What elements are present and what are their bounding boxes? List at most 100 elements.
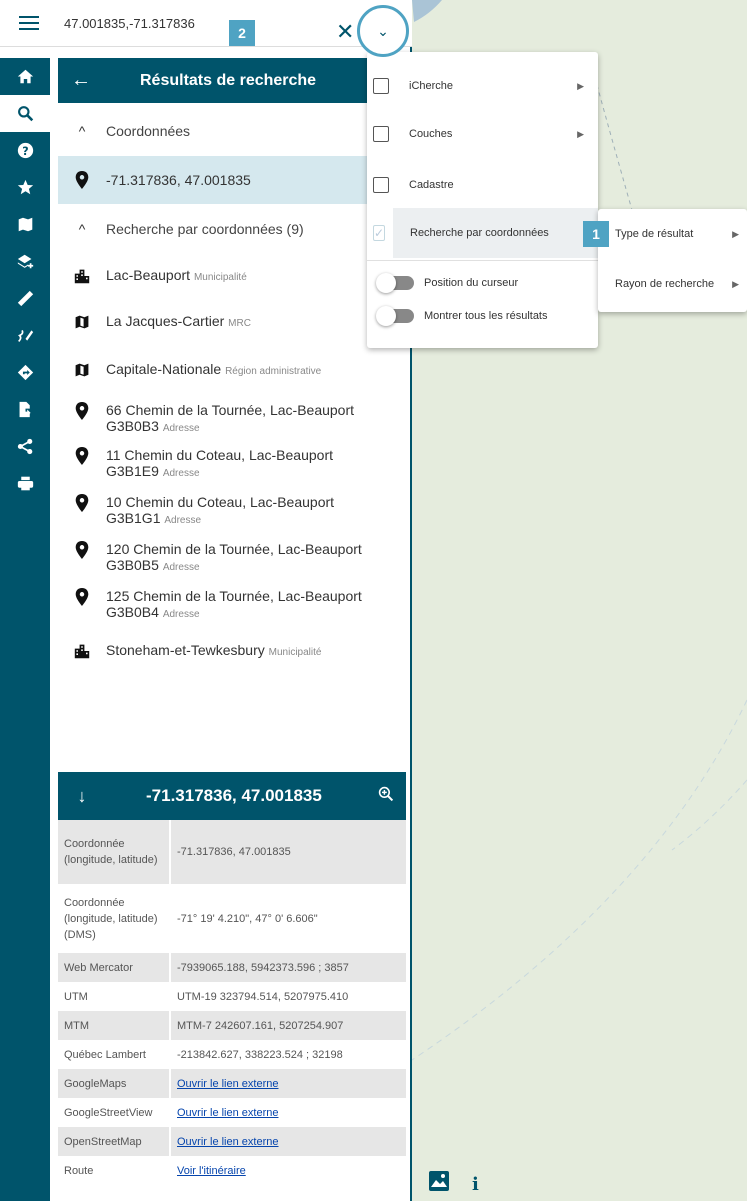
nav-draw[interactable]	[0, 317, 50, 354]
nav-print[interactable]	[0, 465, 50, 502]
clear-search-button[interactable]: ✕	[336, 21, 354, 43]
chevron-down-icon: ⌄	[377, 22, 389, 39]
list-item[interactable]: 11 Chemin du Coteau, Lac-Beauport G3B1E9 …	[58, 441, 406, 488]
list-item[interactable]: 120 Chemin de la Tournée, Lac-Beauport G3…	[58, 535, 406, 582]
submenu-item-type-resultat[interactable]: Type de résultat ▶	[598, 209, 747, 259]
result-name: Stoneham-et-Tewkesbury	[106, 641, 265, 658]
result-postal: G3B0B3	[106, 418, 159, 434]
list-item[interactable]: Capitale-Nationale Région administrative	[58, 346, 406, 394]
detail-key: Web Mercator	[58, 953, 171, 982]
nav-layers[interactable]	[0, 243, 50, 280]
table-row: Route Voir l'itinéraire	[58, 1156, 406, 1185]
chevron-up-icon: ^	[78, 221, 86, 237]
ruler-icon	[17, 290, 33, 307]
pin-icon	[75, 447, 89, 465]
nav-search[interactable]	[0, 95, 50, 132]
table-row: UTM UTM-19 323794.514, 5207975.410	[58, 982, 406, 1011]
result-name: 120 Chemin de la Tournée, Lac-Beauport	[106, 541, 362, 557]
nav-measure[interactable]	[0, 280, 50, 317]
table-row: Québec Lambert -213842.627, 338223.524 ; …	[58, 1040, 406, 1069]
detail-value: UTM-19 323794.514, 5207975.410	[177, 990, 349, 1003]
results-header: ← Résultats de recherche	[58, 58, 406, 103]
list-item[interactable]: La Jacques-Cartier MRC	[58, 298, 406, 346]
nav-home[interactable]	[0, 58, 50, 95]
file-export-icon	[19, 401, 31, 418]
directions-icon	[17, 364, 33, 381]
result-type: Adresse	[162, 562, 200, 573]
map-info-button[interactable]: i	[472, 1174, 479, 1195]
result-name: 125 Chemin de la Tournée, Lac-Beauport	[106, 588, 362, 604]
side-panel: 47.001835,-71.317836 2 ✕ ? ← Résultats d…	[0, 0, 412, 1201]
search-options-toggle[interactable]: ⌄	[357, 5, 409, 57]
results-list: ^ Coordonnées -71.317836, 47.001835 ^ Re…	[58, 106, 406, 673]
route-link[interactable]: Voir l'itinéraire	[177, 1165, 246, 1177]
detail-value: -71° 19' 4.210", 47° 0' 6.606"	[177, 912, 318, 925]
result-type: Adresse	[162, 468, 200, 479]
group-label: Coordonnées	[106, 123, 191, 139]
result-type: Adresse	[162, 423, 200, 434]
chevron-up-icon: ^	[78, 123, 86, 139]
callout-badge-2: 2	[229, 20, 255, 46]
result-name: La Jacques-Cartier	[106, 312, 225, 329]
back-button[interactable]: ←	[58, 69, 104, 92]
toggle-tous-resultats[interactable]: Montrer tous les résultats	[367, 301, 598, 331]
checkbox[interactable]	[373, 126, 389, 142]
collapse-detail-button[interactable]: ↓	[58, 786, 106, 807]
external-link[interactable]: Ouvrir le lien externe	[177, 1136, 279, 1148]
external-link[interactable]: Ouvrir le lien externe	[177, 1107, 279, 1119]
result-postal: G3B0B4	[106, 604, 159, 620]
pin-icon	[75, 588, 89, 606]
table-row: Web Mercator -7939065.188, 5942373.596 ; …	[58, 953, 406, 982]
list-item[interactable]: 10 Chemin du Coteau, Lac-Beauport G3B1G1 …	[58, 488, 406, 535]
group-recherche[interactable]: ^ Recherche par coordonnées (9)	[58, 204, 406, 254]
submenu-item-rayon-recherche[interactable]: Rayon de recherche ▶	[598, 259, 747, 309]
search-icon	[17, 106, 33, 122]
checkbox[interactable]	[373, 78, 389, 94]
menu-item-recherche-coordonnees[interactable]: Recherche par coordonnées	[393, 208, 598, 258]
search-options-menu: iCherche ▶ Couches ▶ Cadastre Recherche …	[367, 52, 598, 348]
list-item[interactable]: 66 Chemin de la Tournée, Lac-Beauport G3B…	[58, 394, 406, 441]
detail-value: MTM-7 242607.161, 5207254.907	[177, 1019, 344, 1032]
menu-item-icherche[interactable]: iCherche ▶	[367, 61, 598, 111]
menu-item-couches[interactable]: Couches ▶	[367, 109, 598, 159]
toggle-switch[interactable]	[376, 306, 414, 326]
home-icon	[17, 69, 33, 84]
info-icon: i	[472, 1174, 479, 1195]
nav-directions[interactable]	[0, 354, 50, 391]
checkbox[interactable]	[373, 177, 389, 193]
group-label: Recherche par coordonnées (9)	[106, 221, 304, 237]
result-type: MRC	[228, 317, 251, 329]
list-item-selected[interactable]: -71.317836, 47.001835	[58, 156, 406, 204]
menu-divider	[367, 260, 598, 261]
detail-title: -71.317836, 47.001835	[146, 786, 322, 805]
group-coordonnees[interactable]: ^ Coordonnées	[58, 106, 406, 156]
map-icon	[75, 363, 89, 377]
menu-toggle-button[interactable]	[0, 0, 58, 47]
nav-import-export[interactable]	[0, 391, 50, 428]
submenu-item-label: Rayon de recherche	[615, 278, 715, 290]
list-item[interactable]: Lac-Beauport Municipalité	[58, 254, 406, 298]
menu-item-cadastre[interactable]: Cadastre	[367, 160, 598, 210]
city-icon	[74, 269, 90, 284]
pin-icon	[75, 494, 89, 512]
callout-badge-1: 1	[583, 221, 609, 247]
nav-favorites[interactable]	[0, 169, 50, 206]
nav-share[interactable]	[0, 428, 50, 465]
map-legend-button[interactable]	[428, 1170, 450, 1192]
external-link[interactable]: Ouvrir le lien externe	[177, 1078, 279, 1090]
list-item[interactable]: 125 Chemin de la Tournée, Lac-Beauport G3…	[58, 582, 406, 629]
nav-help[interactable]: ?	[0, 132, 50, 169]
zoom-to-button[interactable]	[366, 786, 406, 807]
detail-key: UTM	[58, 982, 171, 1011]
caret-right-icon: ▶	[577, 128, 584, 139]
toggle-position-curseur[interactable]: Position du curseur	[367, 268, 598, 298]
checkbox-checked[interactable]: ✓	[373, 225, 386, 241]
nav-map[interactable]	[0, 206, 50, 243]
search-input[interactable]: 47.001835,-71.317836	[64, 16, 195, 31]
help-icon: ?	[17, 142, 33, 159]
detail-value: -7939065.188, 5942373.596 ; 3857	[177, 961, 349, 974]
table-row: Coordonnée (longitude, latitude) (DMS) -7…	[58, 884, 406, 953]
result-name: Lac-Beauport	[106, 266, 191, 283]
toggle-switch[interactable]	[376, 273, 414, 293]
list-item[interactable]: Stoneham-et-Tewkesbury Municipalité	[58, 629, 406, 673]
